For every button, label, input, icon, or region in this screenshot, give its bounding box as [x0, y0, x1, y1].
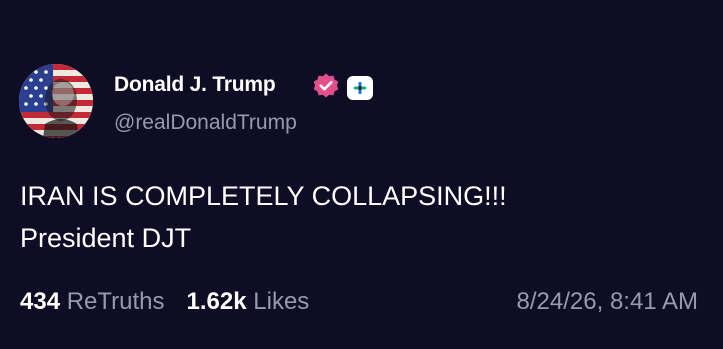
- post-text-line: IRAN IS COMPLETELY COLLAPSING!!!: [20, 181, 507, 211]
- likes-count: 1.62k: [186, 288, 254, 315]
- likes-label: Likes: [253, 288, 310, 315]
- post-text-line: President DJT: [20, 223, 192, 253]
- post-stats: 434 ReTruths 1.62k Likes: [20, 287, 331, 317]
- flag-portrait-avatar-icon: [19, 64, 93, 138]
- retruths-stat[interactable]: 434 ReTruths: [20, 287, 165, 317]
- post-text: IRAN IS COMPLETELY COLLAPSING!!! Preside…: [20, 175, 507, 259]
- post-card: Donald J. Trump @realDonaldTrump IRAN IS…: [0, 0, 723, 349]
- plus-badge-icon: [347, 76, 373, 100]
- post-timestamp[interactable]: 8/24/26, 8:41 AM: [517, 287, 698, 317]
- author-handle[interactable]: @realDonaldTrump: [114, 110, 297, 136]
- verified-check-icon: [312, 72, 340, 100]
- avatar[interactable]: [19, 64, 93, 138]
- retruths-label: ReTruths: [66, 288, 165, 315]
- retruths-count: 434: [20, 288, 67, 315]
- likes-stat[interactable]: 1.62k Likes: [187, 287, 310, 317]
- author-display-name[interactable]: Donald J. Trump: [114, 72, 276, 98]
